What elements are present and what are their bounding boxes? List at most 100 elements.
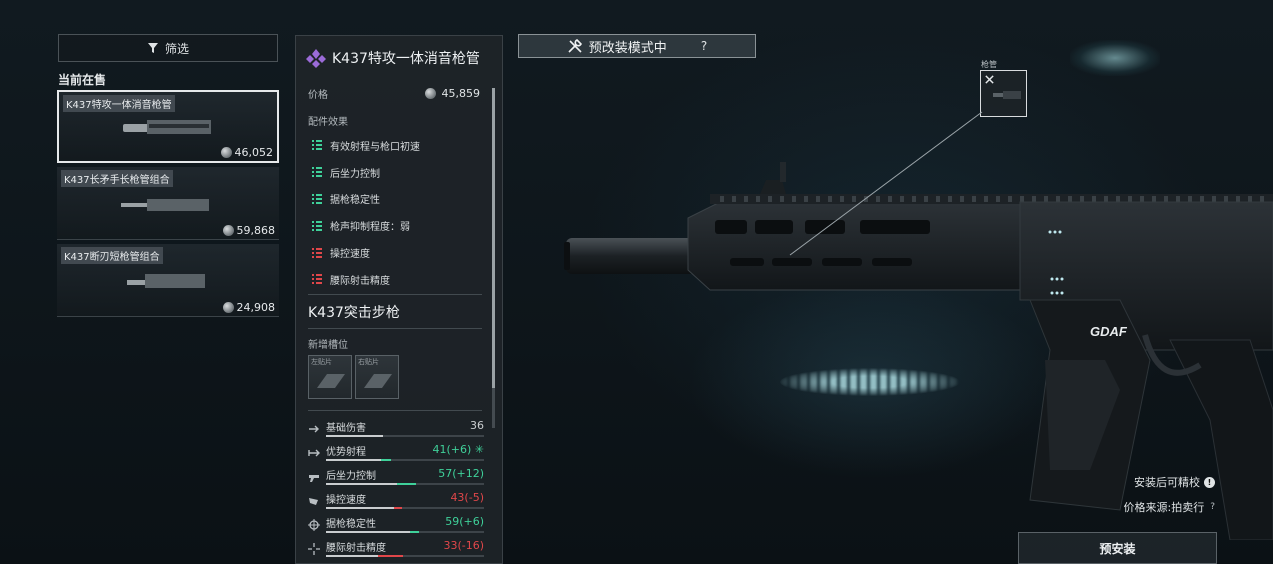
barrel-thumbnail — [121, 199, 209, 211]
listing-price-value: 59,868 — [236, 224, 276, 237]
price-row: 价格 45,859 — [308, 86, 480, 101]
effect-item: 有效射程与枪口初速 — [312, 132, 420, 159]
listing-price-value: 24,908 — [236, 301, 276, 314]
effect-item: 据枪稳定性 — [312, 186, 420, 213]
stat-label: 基础伤害 — [326, 423, 366, 434]
patch-icon — [317, 374, 345, 388]
listing-price: 46,052 — [220, 146, 274, 159]
stat-label: 优势射程 — [326, 447, 366, 458]
banner-help-button[interactable]: ? — [701, 39, 707, 53]
effect-label: 有效射程与枪口初速 — [330, 141, 420, 153]
effect-label: 据枪稳定性 — [330, 195, 380, 207]
listing-card[interactable]: K437特攻一体消音枪管 46,052 — [57, 90, 279, 163]
filter-button[interactable]: 筛选 — [58, 34, 278, 62]
wrench-cross-icon — [985, 75, 994, 84]
stat-bar-delta — [393, 507, 402, 509]
recoil-icon — [309, 475, 319, 482]
stat-label: 后坐力控制 — [326, 471, 376, 482]
stat-bar — [326, 459, 484, 461]
help-icon[interactable]: ? — [1210, 502, 1215, 512]
listing-list: K437特攻一体消音枪管 46,052 K437长矛手长枪管组合 59,868 — [57, 90, 279, 321]
stat-bar-fill — [326, 531, 410, 533]
stat-bar — [326, 507, 484, 509]
game-screen: GDAF 枪管 预改装模式中 ? 筛选 当前在售 K437特攻一体消音枪管 46… — [0, 0, 1273, 564]
new-slots-label: 新增槽位 — [308, 340, 348, 351]
coin-icon — [424, 88, 436, 99]
listing-price: 24,908 — [222, 301, 276, 314]
effect-label: 操控速度 — [330, 249, 370, 261]
listing-card[interactable]: K437断刃短枪管组合 24,908 — [57, 244, 279, 317]
effect-item: 腰际射击精度 — [312, 266, 420, 293]
stat-value: 57(+12) — [438, 467, 484, 480]
stat-down-icon — [312, 247, 322, 258]
stat-value: 43(-5) — [450, 491, 484, 504]
range-icon — [308, 449, 320, 457]
price-value: 45,859 — [441, 87, 481, 100]
stat-up-icon — [312, 140, 322, 151]
coin-icon — [220, 147, 232, 158]
stat-bar-delta — [397, 483, 417, 485]
price-source-note: 价格来源:拍卖行 ? — [1124, 499, 1216, 515]
preinstall-button[interactable]: 预安装 — [1018, 532, 1217, 564]
stat-down-icon — [312, 274, 322, 285]
ceiling-light — [1070, 40, 1160, 76]
stat-row: 腰际射击精度 33(-16) — [308, 538, 486, 562]
effect-item: 后坐力控制 — [312, 159, 420, 186]
stat-bar-fill — [326, 483, 398, 485]
barrel-thumbnail — [127, 274, 205, 288]
coin-icon — [222, 225, 234, 236]
slot-left-patch[interactable]: 左贴片 — [308, 355, 352, 399]
stat-value: 36 — [470, 419, 484, 432]
stat-bar-fill — [326, 459, 382, 461]
stat-value: 59(+6) — [445, 515, 484, 528]
banner-label: 预改装模式中 — [588, 40, 667, 56]
coin-icon — [222, 302, 234, 313]
slot-label: 左贴片 — [311, 358, 332, 366]
damage-icon — [309, 425, 319, 433]
slot-right-patch[interactable]: 右贴片 — [355, 355, 399, 399]
stat-bar — [326, 483, 484, 485]
stat-value: 33(-16) — [443, 539, 484, 552]
effect-label: 腰际射击精度 — [330, 275, 390, 287]
stat-row: 后坐力控制 57(+12) — [308, 466, 486, 490]
effects-label: 配件效果 — [308, 117, 348, 128]
price-source-text: 价格来源:拍卖行 — [1123, 501, 1205, 514]
stat-bar-delta — [409, 531, 420, 533]
stat-label: 腰际射击精度 — [326, 543, 386, 554]
attachment-title: K437特攻一体消音枪管 — [332, 51, 480, 67]
barrel-thumbnail — [123, 120, 211, 134]
effect-item: 枪声抑制程度：弱 — [312, 212, 420, 239]
stat-bar-fill — [326, 507, 394, 509]
filter-icon — [147, 43, 158, 53]
stat-bar — [326, 555, 484, 557]
stat-row: 基础伤害 36 — [308, 418, 486, 442]
stat-up-icon — [312, 167, 322, 178]
slot-label: 右贴片 — [358, 358, 379, 366]
stat-row: 操控速度 43(-5) — [308, 490, 486, 514]
tools-icon — [568, 39, 582, 53]
stat-bar-delta — [378, 555, 404, 557]
section-title: 当前在售 — [58, 73, 107, 87]
attachment-tag[interactable] — [980, 70, 1027, 117]
effect-label: 后坐力控制 — [330, 168, 380, 180]
gun-brand-marking: GDAF — [1090, 324, 1128, 339]
stat-bar — [326, 531, 484, 533]
listing-price: 59,868 — [222, 224, 276, 237]
hipfire-icon — [308, 543, 320, 555]
handling-icon — [309, 498, 318, 505]
stats-list: 基础伤害 36 优势射程 41(+6) ✳ 后坐力控制 57(+12) 操控速度 43(-5)… — [308, 418, 486, 562]
stat-bar — [326, 435, 484, 437]
stability-icon — [308, 519, 320, 531]
listing-card[interactable]: K437长矛手长枪管组合 59,868 — [57, 167, 279, 240]
listing-price-value: 46,052 — [234, 146, 274, 159]
stat-up-icon — [312, 220, 322, 231]
stat-row: 据枪稳定性 59(+6) — [308, 514, 486, 538]
stat-label: 据枪稳定性 — [326, 519, 376, 530]
panel-scrollbar[interactable] — [492, 88, 495, 428]
stat-value: 41(+6) ✳ — [432, 443, 484, 456]
weapon-name: K437突击步枪 — [308, 305, 400, 321]
info-icon[interactable]: ! — [1204, 476, 1215, 488]
new-slots: 左贴片 右贴片 — [308, 355, 399, 399]
barrel-thumb-icon — [993, 91, 1021, 99]
patch-icon — [364, 374, 392, 388]
